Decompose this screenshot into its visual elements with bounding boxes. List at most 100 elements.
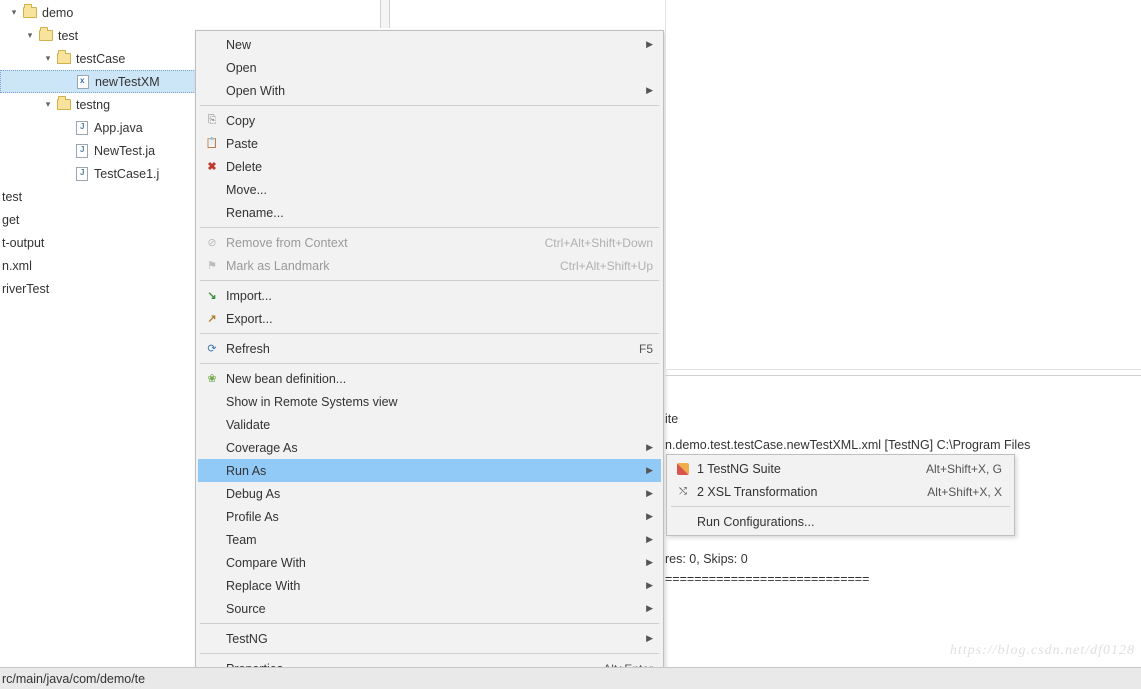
menu-item-debug-as[interactable]: Debug As▶: [198, 482, 661, 505]
submenu-item-label: Run Configurations...: [697, 515, 1002, 529]
menu-item-export[interactable]: Export...: [198, 307, 661, 330]
tree-item[interactable]: test: [0, 185, 200, 208]
menu-item-source[interactable]: Source▶: [198, 597, 661, 620]
menu-item-move[interactable]: Move...: [198, 178, 661, 201]
menu-item-rename[interactable]: Rename...: [198, 201, 661, 224]
watermark: https://blog.csdn.net/df0128: [950, 643, 1135, 659]
tree-item-label: demo: [42, 6, 73, 20]
tree-item[interactable]: ▾ testng: [0, 93, 200, 116]
tree-item[interactable]: NewTest.ja: [0, 139, 200, 162]
menu-item-mark-as-landmark: Mark as LandmarkCtrl+Alt+Shift+Up: [198, 254, 661, 277]
expander-icon[interactable]: ▾: [24, 30, 36, 41]
menu-item-label: Move...: [226, 183, 653, 197]
menu-separator: [200, 623, 659, 624]
tree-item[interactable]: TestCase1.j: [0, 162, 200, 185]
menu-item-import[interactable]: Import...: [198, 284, 661, 307]
menu-item-label: Profile As: [226, 510, 653, 524]
testng-icon: [675, 461, 691, 477]
menu-item-coverage-as[interactable]: Coverage As▶: [198, 436, 661, 459]
menu-item-label: Team: [226, 533, 653, 547]
export-icon: [204, 311, 220, 327]
tree-item[interactable]: n.xml: [0, 254, 200, 277]
console-output: res: 0, Skips: 0 =======================…: [665, 552, 869, 592]
menu-item-profile-as[interactable]: Profile As▶: [198, 505, 661, 528]
menu-item-delete[interactable]: Delete: [198, 155, 661, 178]
breadcrumb-bar[interactable]: rc/main/java/com/demo/te: [0, 667, 1141, 689]
tree-item-label: testng: [76, 98, 110, 112]
launch-description: n.demo.test.testCase.newTestXML.xml [Tes…: [665, 438, 1030, 452]
menu-item-label: Mark as Landmark: [226, 259, 560, 273]
menu-item-team[interactable]: Team▶: [198, 528, 661, 551]
tree-item[interactable]: ▾ testCase: [0, 47, 200, 70]
editor-tab-stub: [380, 0, 390, 28]
menu-item-new-bean-definition[interactable]: New bean definition...: [198, 367, 661, 390]
java-file-icon: [74, 143, 90, 159]
editor-area[interactable]: [665, 0, 1141, 370]
keybinding: Ctrl+Alt+Shift+Down: [545, 236, 653, 250]
run-configurations[interactable]: Run Configurations...: [669, 510, 1012, 533]
context-menu[interactable]: New▶OpenOpen With▶CopyPasteDeleteMove...…: [195, 30, 664, 683]
menu-item-remove-from-context: Remove from ContextCtrl+Alt+Shift+Down: [198, 231, 661, 254]
menu-item-label: Copy: [226, 114, 653, 128]
menu-item-label: Replace With: [226, 579, 653, 593]
console-tab-fragment: ite: [665, 412, 678, 426]
folder-icon: [38, 28, 54, 44]
menu-item-label: Open With: [226, 84, 653, 98]
menu-item-copy[interactable]: Copy: [198, 109, 661, 132]
tree-item[interactable]: ▾ test: [0, 24, 200, 47]
expander-icon[interactable]: ▾: [42, 53, 54, 64]
menu-item-label: Remove from Context: [226, 236, 545, 250]
paste-icon: [204, 136, 220, 152]
menu-item-label: TestNG: [226, 632, 653, 646]
menu-separator: [200, 227, 659, 228]
menu-item-testng[interactable]: TestNG▶: [198, 627, 661, 650]
tree-item-label: t-output: [2, 236, 44, 250]
tree-item-label: newTestXM: [95, 75, 160, 89]
tree-item[interactable]: App.java: [0, 116, 200, 139]
menu-item-refresh[interactable]: RefreshF5: [198, 337, 661, 360]
runas-submenu[interactable]: 1 TestNG Suite Alt+Shift+X, G 2 XSL Tran…: [666, 454, 1015, 536]
expander-icon[interactable]: ▾: [8, 7, 20, 18]
tree-item-label: get: [2, 213, 19, 227]
menu-item-label: Run As: [226, 464, 653, 478]
tree-item[interactable]: ▾ demo: [0, 1, 200, 24]
menu-item-label: New bean definition...: [226, 372, 653, 386]
menu-item-compare-with[interactable]: Compare With▶: [198, 551, 661, 574]
keybinding: Alt+Shift+X, G: [926, 462, 1002, 476]
java-file-icon: [74, 120, 90, 136]
submenu-arrow-icon: ▶: [646, 511, 653, 522]
menu-item-open[interactable]: Open: [198, 56, 661, 79]
tree-item-label: test: [58, 29, 78, 43]
menu-item-replace-with[interactable]: Replace With▶: [198, 574, 661, 597]
menu-item-open-with[interactable]: Open With▶: [198, 79, 661, 102]
expander-icon[interactable]: ▾: [42, 99, 54, 110]
tree-item[interactable]: riverTest: [0, 277, 200, 300]
console-line: ============================: [665, 572, 869, 592]
copy-icon: [204, 113, 220, 129]
runas-xsl-transformation[interactable]: 2 XSL Transformation Alt+Shift+X, X: [669, 480, 1012, 503]
keybinding: F5: [639, 342, 653, 356]
menu-item-label: Rename...: [226, 206, 653, 220]
tree-item-label: riverTest: [2, 282, 49, 296]
menu-separator: [671, 506, 1010, 507]
tree-item-selected[interactable]: newTestXM: [0, 70, 200, 93]
tree-item[interactable]: t-output: [0, 231, 200, 254]
project-tree[interactable]: ▾ demo ▾ test ▾ testCase newTestXM ▾ tes…: [0, 0, 200, 300]
menu-item-label: Delete: [226, 160, 653, 174]
breadcrumb-text: rc/main/java/com/demo/te: [2, 672, 145, 686]
xsl-icon: [675, 484, 691, 500]
menu-item-new[interactable]: New▶: [198, 33, 661, 56]
tree-item[interactable]: get: [0, 208, 200, 231]
menu-item-paste[interactable]: Paste: [198, 132, 661, 155]
submenu-item-label: 2 XSL Transformation: [697, 485, 927, 499]
runas-testng-suite[interactable]: 1 TestNG Suite Alt+Shift+X, G: [669, 457, 1012, 480]
del-icon: [204, 159, 220, 175]
menu-item-validate[interactable]: Validate: [198, 413, 661, 436]
menu-item-show-in-remote-systems-view[interactable]: Show in Remote Systems view: [198, 390, 661, 413]
tree-item-label: TestCase1.j: [94, 167, 159, 181]
menu-item-run-as[interactable]: Run As▶: [198, 459, 661, 482]
menu-separator: [200, 363, 659, 364]
java-file-icon: [74, 166, 90, 182]
tree-item-label: NewTest.ja: [94, 144, 155, 158]
keybinding: Ctrl+Alt+Shift+Up: [560, 259, 653, 273]
